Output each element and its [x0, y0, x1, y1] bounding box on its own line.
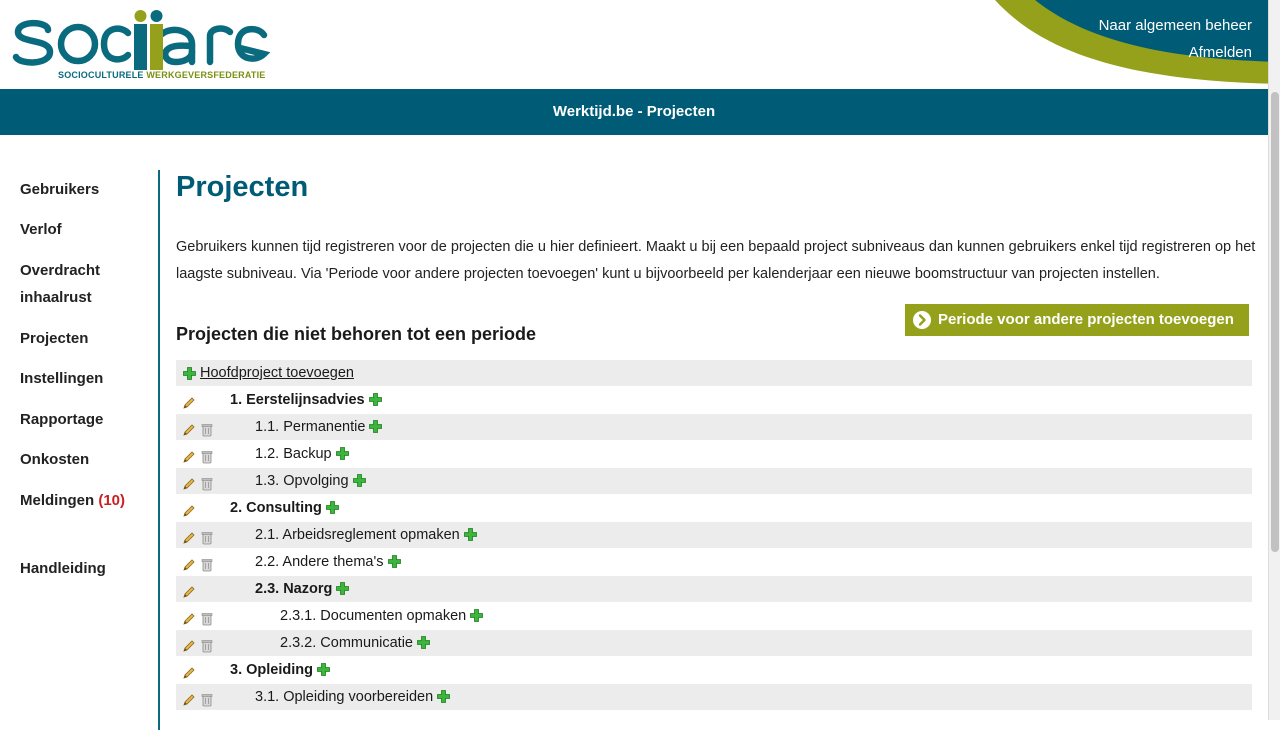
scrollbar-thumb[interactable]	[1271, 92, 1279, 552]
plus-icon[interactable]	[352, 470, 366, 497]
plus-icon[interactable]	[336, 578, 350, 605]
project-label-text: 1.2. Backup	[255, 446, 332, 462]
add-main-project-row: Hoofdproject toevoegen	[176, 360, 1252, 387]
plus-icon[interactable]	[369, 416, 383, 443]
intro-text: Gebruikers kunnen tijd registreren voor …	[176, 239, 1256, 282]
sidebar-item-label: Overdracht	[20, 262, 101, 279]
plus-icon[interactable]	[437, 686, 451, 713]
sidebar-item-overdracht-inhaalrust[interactable]: Overdracht inhaalrust	[20, 257, 100, 311]
project-label-text: 1.3. Opvolging	[255, 473, 349, 489]
pencil-edit-icon[interactable]	[182, 690, 196, 717]
project-label-text: 2.2. Andere thema's	[255, 554, 384, 570]
link-afmelden[interactable]: Afmelden	[1099, 39, 1252, 66]
plus-icon[interactable]	[417, 632, 430, 659]
project-row: 1.2. Backup	[176, 441, 1252, 468]
page-header: SOCIOCULTURELE WERKGEVERSFEDERATIE Naar …	[0, 0, 1268, 89]
plus-icon[interactable]	[463, 524, 477, 551]
sidebar-item-onkosten[interactable]: Onkosten	[20, 446, 89, 473]
project-row: 1. Eerstelijnsadvies	[176, 387, 1252, 414]
project-label-text: 3. Opleiding	[230, 662, 313, 678]
sidebar-nav: Gebruikers Verlof Overdracht inhaalrust …	[0, 170, 160, 730]
project-label: 1. Eerstelijnsadvies	[230, 387, 382, 416]
project-label-text: 2.3.2. Communicatie	[280, 635, 413, 651]
plus-icon[interactable]	[325, 497, 339, 524]
add-period-button-label: Periode voor andere projecten toevoegen	[938, 311, 1234, 328]
add-main-project-link[interactable]: Hoofdproject toevoegen	[200, 360, 354, 387]
sidebar-item-label: Onkosten	[20, 451, 90, 468]
sidebar-item-rapportage[interactable]: Rapportage	[20, 406, 103, 433]
logo-tagline-b: WERKGEVERSFEDERATIE	[146, 70, 266, 80]
project-label-text: 1.1. Permanentie	[255, 419, 366, 435]
project-label-text: 2.1. Arbeidsreglement opmaken	[255, 527, 460, 543]
notification-count-badge: (10)	[98, 492, 126, 509]
plus-icon[interactable]	[387, 551, 401, 578]
trash-delete-icon[interactable]	[201, 690, 213, 717]
plus-icon[interactable]	[317, 659, 330, 686]
sidebar-item-instellingen[interactable]: Instellingen	[20, 365, 103, 392]
project-label-text: 3.1. Opleiding voorbereiden	[255, 689, 434, 705]
project-row: 1.3. Opvolging	[176, 468, 1252, 495]
project-label-text: 2.3. Nazorg	[255, 581, 333, 597]
project-tree: Hoofdproject toevoegen 1. Eerstelijnsadv…	[176, 360, 1252, 711]
project-label: 2.3.1. Documenten opmaken	[280, 603, 484, 632]
sidebar-item-gebruikers[interactable]: Gebruikers	[20, 176, 99, 203]
project-label: 2.3.2. Communicatie	[280, 630, 430, 659]
plus-icon[interactable]	[183, 367, 196, 380]
project-label-text: 2.3.1. Documenten opmaken	[280, 608, 467, 624]
project-label: 2.3. Nazorg	[255, 576, 350, 605]
arrow-right-circle-icon	[913, 311, 931, 329]
logo-tagline: SOCIOCULTURELE WERKGEVERSFEDERATIE	[58, 70, 266, 80]
project-label: 3.1. Opleiding voorbereiden	[255, 684, 451, 713]
project-label: 3. Opleiding	[230, 657, 330, 686]
sidebar-item-verlof[interactable]: Verlof	[20, 216, 62, 243]
project-label: 1.1. Permanentie	[255, 414, 383, 443]
project-label-text: 2. Consulting	[230, 500, 322, 516]
sidebar-item-label: Meldingen	[20, 492, 95, 509]
project-row: 3. Opleiding	[176, 657, 1252, 684]
sidebar-item-projecten[interactable]: Projecten	[20, 325, 88, 352]
plus-icon[interactable]	[335, 443, 349, 470]
sidebar-item-meldingen[interactable]: Meldingen (10)	[20, 487, 125, 514]
header-links: Naar algemeen beheer Afmelden	[1099, 12, 1252, 66]
sidebar-item-handleiding[interactable]: Handleiding	[20, 555, 106, 582]
add-period-button[interactable]: Periode voor andere projecten toevoegen	[905, 304, 1249, 336]
sidebar-item-label: Instellingen	[20, 370, 104, 387]
project-row: 3.1. Opleiding voorbereiden	[176, 684, 1252, 711]
page-scrollbar[interactable]	[1268, 0, 1280, 720]
sidebar-item-label: Verlof	[20, 221, 62, 238]
project-label: 1.3. Opvolging	[255, 468, 366, 497]
plus-icon[interactable]	[368, 389, 382, 416]
project-row: 2. Consulting	[176, 495, 1252, 522]
app-title-bar: Werktijd.be - Projecten	[0, 89, 1268, 135]
project-label: 1.2. Backup	[255, 441, 349, 470]
project-label: 2.2. Andere thema's	[255, 549, 401, 578]
project-row: 2.2. Andere thema's	[176, 549, 1252, 576]
plus-icon[interactable]	[470, 605, 484, 632]
sidebar-item-label: Projecten	[20, 330, 89, 347]
logo-tagline-a: SOCIOCULTURELE	[58, 70, 144, 80]
sidebar-item-label: Handleiding	[20, 560, 106, 577]
section-title: Projecten die niet behoren tot een perio…	[176, 324, 537, 344]
page-title: Projecten	[176, 171, 309, 203]
sidebar-item-label-line2: inhaalrust	[20, 289, 92, 306]
project-label: 2.1. Arbeidsreglement opmaken	[255, 522, 477, 551]
sidebar-item-label: Gebruikers	[20, 181, 100, 198]
sidebar-item-label: Rapportage	[20, 411, 104, 428]
project-label: 2. Consulting	[230, 495, 339, 524]
project-row: 2.3.1. Documenten opmaken	[176, 603, 1252, 630]
project-row: 2.1. Arbeidsreglement opmaken	[176, 522, 1252, 549]
project-row: 1.1. Permanentie	[176, 414, 1252, 441]
project-row: 2.3.2. Communicatie	[176, 630, 1252, 657]
project-label-text: 1. Eerstelijnsadvies	[230, 392, 365, 408]
link-algemeen-beheer[interactable]: Naar algemeen beheer	[1099, 12, 1252, 39]
project-row: 2.3. Nazorg	[176, 576, 1252, 603]
